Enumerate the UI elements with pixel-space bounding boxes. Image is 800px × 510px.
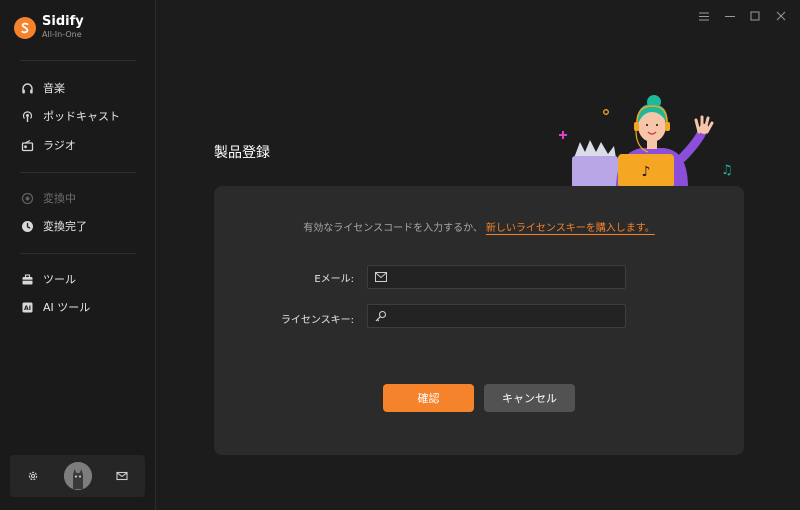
page-title: 製品登録 — [214, 145, 270, 161]
app-subtitle: All-In-One — [42, 30, 82, 39]
email-input[interactable] — [388, 266, 625, 288]
headphones-icon — [20, 81, 34, 95]
podcast-icon — [20, 109, 34, 123]
license-key-input[interactable] — [388, 305, 625, 327]
sidebar-item-converted[interactable]: 変換完了 — [20, 216, 87, 236]
radio-icon — [20, 138, 34, 152]
license-key-field[interactable] — [367, 304, 626, 328]
sidebar: Sidify All-In-One 音楽 ポッドキャスト ラジオ 変換中 変換完… — [0, 0, 156, 510]
mail-icon — [374, 270, 388, 284]
sidebar-item-label: AI ツール — [43, 301, 91, 314]
key-icon — [374, 309, 388, 323]
license-key-label: ライセンスキー: — [280, 315, 354, 326]
clock-icon — [20, 219, 34, 233]
sidebar-divider — [20, 60, 136, 61]
buy-license-link[interactable]: 新しいライセンスキーを購入します。 — [486, 223, 655, 234]
sidebar-item-tools[interactable]: ツール — [20, 269, 76, 289]
menu-icon[interactable] — [695, 8, 713, 24]
intro-text: 有効なライセンスコードを入力するか、 — [303, 223, 483, 234]
sidebar-item-podcast[interactable]: ポッドキャスト — [20, 106, 120, 126]
svg-text:♫: ♫ — [721, 163, 733, 178]
sidebar-item-label: ポッドキャスト — [43, 110, 120, 123]
person-with-laptop-illustration: ♪ ♫ — [559, 95, 733, 188]
cancel-button[interactable]: キャンセル — [484, 384, 575, 412]
app-name: Sidify — [42, 14, 84, 29]
email-label: Eメール: — [314, 274, 354, 285]
avatar[interactable] — [64, 462, 92, 490]
sidebar-item-radio[interactable]: ラジオ — [20, 135, 76, 155]
sidebar-divider — [20, 253, 136, 254]
registration-card: 有効なライセンスコードを入力するか、 新しいライセンスキーを購入します。 Eメール… — [214, 186, 744, 455]
sidebar-item-label: 変換完了 — [43, 220, 87, 233]
sidebar-divider — [20, 172, 136, 173]
registration-intro: 有効なライセンスコードを入力するか、 新しいライセンスキーを購入します。 — [214, 219, 744, 234]
email-field[interactable] — [367, 265, 626, 289]
minimize-icon[interactable] — [721, 8, 739, 24]
sidebar-item-ai-tools[interactable]: AI AI ツール — [20, 297, 90, 317]
mail-icon[interactable] — [113, 467, 131, 485]
sidebar-item-music[interactable]: 音楽 — [20, 78, 65, 98]
converting-icon — [20, 191, 34, 205]
sidebar-item-label: 音楽 — [43, 82, 65, 95]
sidebar-item-converting: 変換中 — [20, 188, 76, 208]
svg-text:♪: ♪ — [642, 164, 651, 180]
confirm-button[interactable]: 確認 — [383, 384, 474, 412]
close-icon[interactable] — [772, 8, 790, 24]
sidebar-item-label: ラジオ — [43, 139, 76, 152]
maximize-icon[interactable] — [746, 8, 764, 24]
brand: Sidify All-In-One — [14, 14, 84, 41]
ai-icon: AI — [20, 300, 34, 314]
sidify-logo-icon — [14, 16, 36, 39]
sidebar-footer — [10, 455, 145, 497]
toolbox-icon — [20, 272, 34, 286]
sidebar-item-label: 変換中 — [43, 192, 76, 205]
svg-text:AI: AI — [24, 305, 31, 312]
settings-gear-icon[interactable] — [24, 467, 42, 485]
sidebar-item-label: ツール — [43, 273, 76, 286]
